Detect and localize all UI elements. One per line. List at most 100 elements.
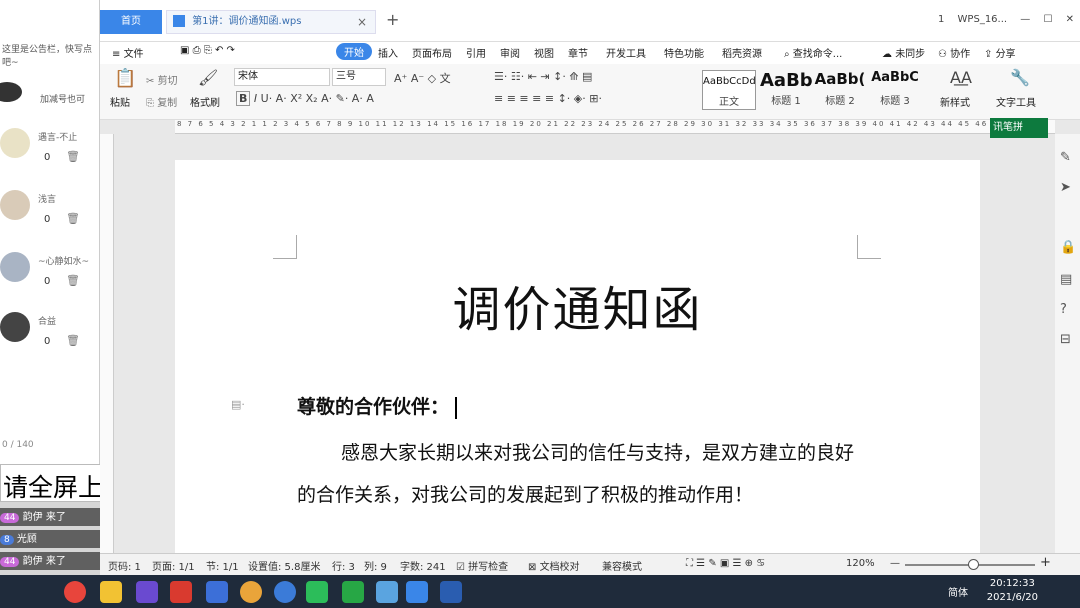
list-icons[interactable]: ☰· ☷· ⇤ ⇥ ↕· ⟰ ▤ — [494, 70, 592, 83]
pen-app-icon[interactable] — [136, 581, 158, 603]
collab-button[interactable]: ⚇ 协作 — [938, 45, 970, 60]
new-style-icon[interactable]: A͟A — [950, 68, 972, 87]
app-icon[interactable] — [206, 581, 228, 603]
wps-doc-icon — [173, 15, 185, 27]
document-body[interactable]: 感恩大家长期以来对我公司的信任与支持，是双方建立的良好的合作关系，对我公司的发展… — [297, 432, 867, 516]
style-heading-3[interactable]: AaBbC 标题 3 — [868, 70, 922, 110]
zoom-slider-handle[interactable] — [968, 559, 979, 570]
text-tools-button[interactable]: 文字工具 — [996, 94, 1036, 109]
spell-check-toggle[interactable]: ☑ 拼写检查 — [456, 558, 508, 573]
tab-start[interactable]: 开始 — [336, 43, 372, 60]
menu-file[interactable]: ≡ 文件 — [112, 45, 144, 60]
wechat-icon[interactable] — [306, 581, 328, 603]
zoom-out-icon[interactable]: — — [890, 558, 900, 569]
account-label[interactable]: WPS_16... — [958, 14, 1008, 25]
tab-review[interactable]: 审阅 — [500, 45, 520, 60]
tab-features[interactable]: 特色功能 — [664, 45, 704, 60]
align-icons[interactable]: ≡ ≡ ≡ ≡ ≡ ↕· ◈· ⊞· — [494, 92, 602, 105]
trash-icon[interactable]: 🗑 — [66, 150, 80, 163]
style-heading-1[interactable]: AaBb 标题 1 — [760, 70, 812, 110]
app-icon[interactable] — [342, 581, 364, 603]
cursor-icon[interactable]: ➤ — [1060, 180, 1071, 195]
sync-status[interactable]: ☁ 未同步 — [882, 45, 925, 60]
list-item[interactable]: 合益 0 🗑 — [0, 312, 99, 372]
new-tab-button[interactable]: + — [386, 10, 399, 29]
status-section: 节: 1/1 — [206, 562, 239, 573]
font-size-select[interactable]: 三号 — [332, 68, 386, 86]
format-painter-icon[interactable]: 🖌 — [198, 68, 218, 87]
list-item[interactable]: ~心静如水~ 0 🗑 — [0, 252, 99, 312]
avatar — [0, 128, 30, 158]
tab-resources[interactable]: 稻壳资源 — [722, 45, 762, 60]
copy-button[interactable]: ⎘ 复制 — [146, 94, 177, 109]
share-button[interactable]: ⇪ 分享 — [984, 45, 1016, 60]
list-item[interactable]: 浅言 0 🗑 — [0, 190, 99, 250]
trash-icon[interactable]: 🗑 — [66, 334, 80, 347]
text-format-icons[interactable]: B I U· A· X² X₂ A· ✎· A· A — [236, 91, 374, 106]
clock[interactable]: 20:12:33 2021/6/20 — [987, 577, 1038, 605]
chrome-icon[interactable] — [240, 581, 262, 603]
wps-writer-icon[interactable] — [406, 581, 428, 603]
style-heading-2[interactable]: AaBb( 标题 2 — [814, 70, 866, 110]
tab-document-label: 第1讲：调价通知函.wps — [192, 16, 302, 27]
document-salutation[interactable]: 尊敬的合作伙伴： — [297, 392, 458, 419]
document-title[interactable]: 调价通知函 — [175, 270, 980, 340]
quick-toolbar-icons[interactable]: ▣ ⎙ ⎘ ↶ ↷ — [180, 45, 235, 56]
minimize-icon[interactable]: — — [1020, 14, 1030, 25]
style-normal[interactable]: AaBbCcDd 正文 — [702, 70, 756, 110]
badge-count: 1 — [937, 14, 945, 25]
trash-icon[interactable]: 🗑 — [66, 212, 80, 225]
zoom-in-icon[interactable]: + — [1040, 555, 1051, 570]
text-cursor — [455, 397, 458, 419]
chrome-icon[interactable] — [64, 581, 86, 603]
input-language[interactable]: 简体 — [948, 584, 968, 599]
maximize-icon[interactable]: ☐ — [1043, 14, 1052, 25]
clock-time: 20:12:33 — [989, 578, 1035, 589]
horizontal-ruler[interactable]: 8 7 6 5 4 3 2 1 1 2 3 4 5 6 7 8 9 10 11 … — [175, 120, 1055, 134]
window-controls: 1 WPS_16... — ☐ ✕ — [928, 14, 1074, 25]
app-icon[interactable] — [274, 581, 296, 603]
close-window-icon[interactable]: ✕ — [1066, 14, 1074, 25]
zoom-level[interactable]: 120% — [846, 558, 875, 569]
paste-button[interactable]: 粘贴 — [110, 94, 130, 109]
paste-icon[interactable]: 📋 — [114, 68, 136, 89]
ime-toolbar[interactable]: 讯笔拼 — [990, 118, 1048, 138]
box-icon[interactable]: ⊟ — [1060, 332, 1071, 347]
wrench-icon[interactable]: 🔧 — [1010, 68, 1030, 87]
search-command[interactable]: ⌕ 查找命令... — [784, 45, 842, 60]
paragraph-handle-icon[interactable]: ▤· — [231, 398, 245, 411]
tab-home[interactable]: 首页 — [100, 10, 162, 34]
folder-icon[interactable] — [100, 581, 122, 603]
tab-document[interactable]: 第1讲：调价通知函.wps × — [166, 10, 376, 34]
app-icon[interactable] — [376, 581, 398, 603]
lock-icon[interactable]: 🔒 — [1060, 240, 1076, 255]
word-icon[interactable] — [440, 581, 462, 603]
list-item[interactable]: 遇言-不止 0 🗑 — [0, 128, 99, 188]
notice-text: 这里是公告栏，快写点吧~ — [2, 45, 93, 68]
vertical-ruler[interactable] — [100, 134, 114, 554]
tab-insert[interactable]: 插入 — [378, 45, 398, 60]
tab-section[interactable]: 章节 — [568, 45, 588, 60]
note-icon[interactable]: ▤ — [1060, 272, 1072, 287]
pen-icon[interactable]: ✎ — [1060, 150, 1071, 165]
level-badge: 44 — [0, 557, 20, 567]
cut-button[interactable]: ✂ 剪切 — [146, 72, 178, 87]
tab-view[interactable]: 视图 — [534, 45, 554, 60]
font-select[interactable]: 宋体 — [234, 68, 330, 86]
doc-proof-button[interactable]: ⊠ 文档校对 — [528, 558, 580, 573]
format-painter-button[interactable]: 格式刷 — [190, 94, 220, 109]
font-tools-icons[interactable]: A⁺ A⁻ ◇ 文 — [394, 70, 451, 86]
view-mode-icons[interactable]: ⛶ ☰ ✎ ▣ ☰ ⊕ ♋ — [686, 558, 765, 569]
tab-reference[interactable]: 引用 — [466, 45, 486, 60]
clock-date: 2021/6/20 — [986, 592, 1038, 603]
avatar — [0, 252, 30, 282]
help-icon[interactable]: ? — [1060, 302, 1067, 317]
new-style-button[interactable]: 新样式 — [940, 94, 970, 109]
tab-page-layout[interactable]: 页面布局 — [412, 45, 452, 60]
close-icon[interactable]: × — [357, 11, 367, 33]
document-page[interactable]: 调价通知函 ▤· 尊敬的合作伙伴： 感恩大家长期以来对我公司的信任与支持，是双方… — [175, 160, 980, 555]
wps-window: 首页 第1讲：调价通知函.wps × + 1 WPS_16... — ☐ ✕ ≡… — [100, 0, 1080, 575]
app-icon[interactable] — [170, 581, 192, 603]
tab-dev-tools[interactable]: 开发工具 — [606, 45, 646, 60]
trash-icon[interactable]: 🗑 — [66, 274, 80, 287]
